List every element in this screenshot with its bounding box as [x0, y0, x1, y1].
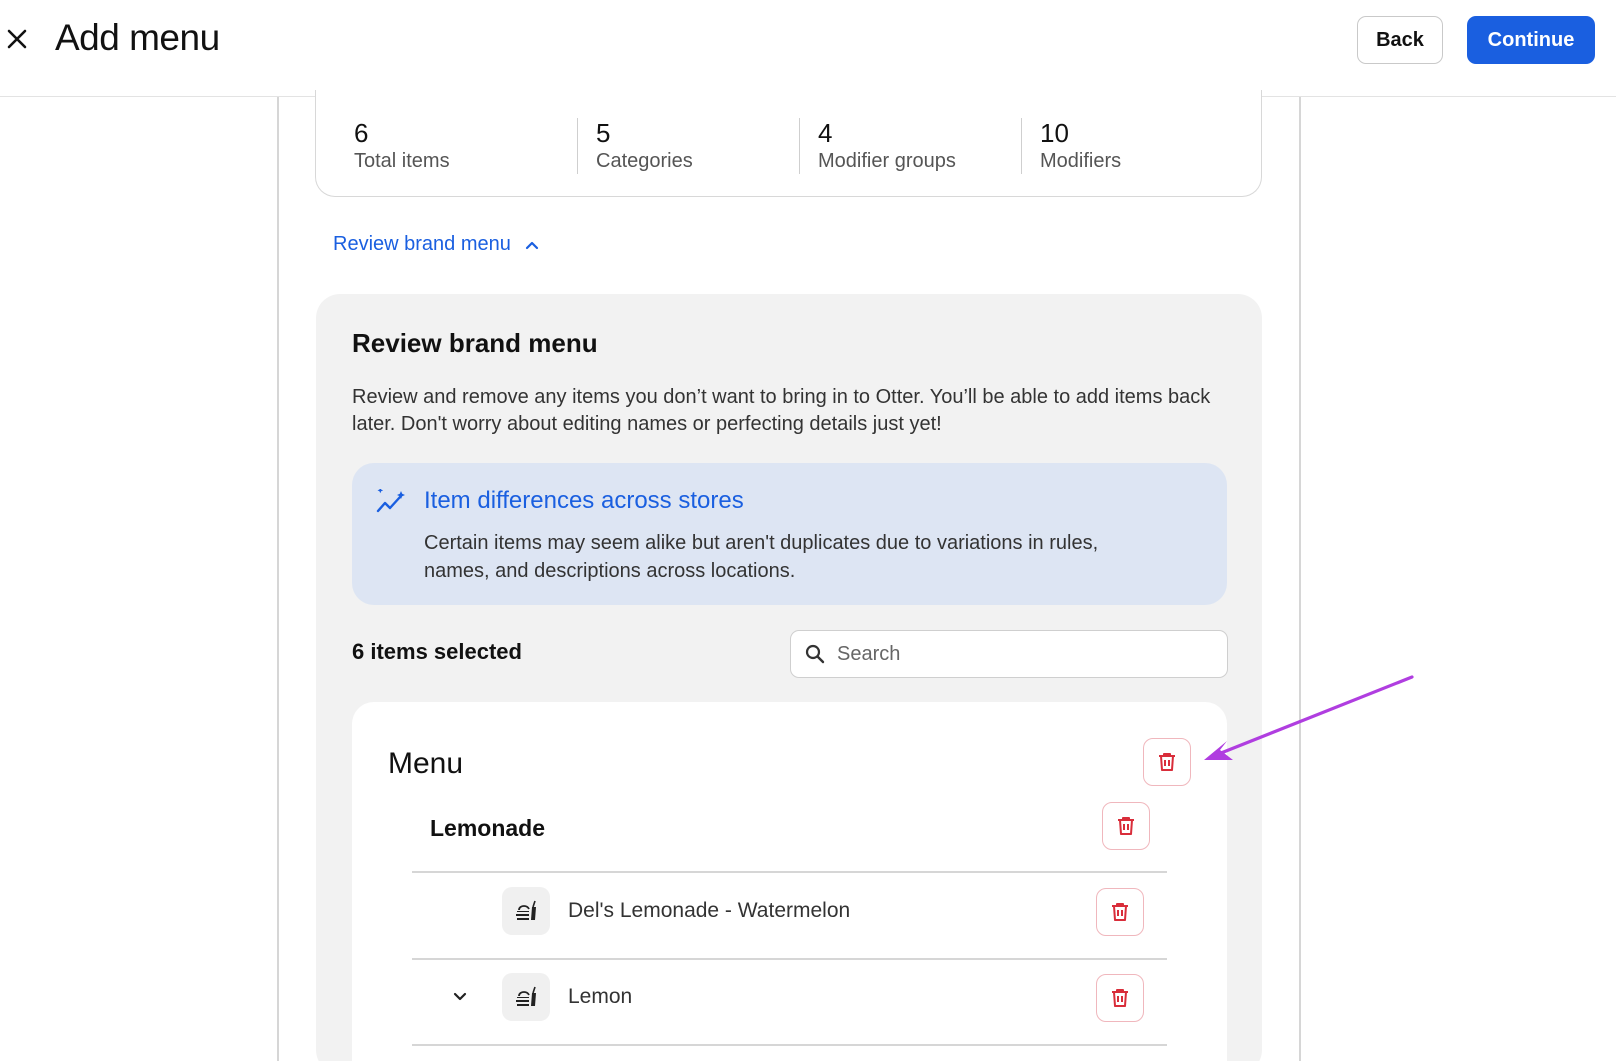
item-name: Del's Lemonade - Watermelon — [568, 899, 851, 922]
panel-title: Review brand menu — [352, 328, 598, 358]
stat-label: Modifier groups — [818, 150, 956, 172]
stat-divider — [577, 118, 578, 174]
stat-value: 4 — [818, 118, 833, 148]
stat-divider — [799, 118, 800, 174]
delete-category-button[interactable] — [1102, 802, 1150, 850]
review-brand-menu-toggle[interactable]: Review brand menu — [333, 233, 539, 256]
category-title: Lemonade — [430, 815, 546, 841]
close-button[interactable] — [2, 22, 32, 56]
stat-value: 5 — [596, 118, 611, 148]
trash-icon — [1112, 903, 1128, 921]
chevron-up-icon — [525, 241, 538, 249]
menu-title: Menu — [388, 747, 464, 780]
food-icon — [516, 900, 536, 920]
trash-icon — [1112, 989, 1128, 1007]
item-thumbnail — [502, 887, 550, 935]
food-icon — [516, 986, 536, 1006]
sparkle-trend-icon — [376, 489, 405, 513]
stat-modifier-groups: 4 Modifier groups — [818, 118, 956, 176]
chevron-down-icon — [453, 992, 467, 1001]
item-differences-notice: Item differences across stores Certain i… — [352, 463, 1227, 605]
notice-text: Certain items may seem alike but aren't … — [424, 532, 1099, 582]
search-field[interactable] — [790, 630, 1228, 678]
trash-icon — [1118, 817, 1134, 835]
category-divider — [412, 871, 1167, 873]
notice-title: Item differences across stores — [424, 487, 744, 514]
stat-value: 10 — [1040, 118, 1069, 148]
close-icon — [7, 29, 27, 49]
item-thumbnail — [502, 973, 550, 1021]
trash-icon — [1159, 753, 1175, 771]
back-button[interactable]: Back — [1357, 16, 1443, 64]
row-divider — [412, 958, 1167, 960]
review-brand-menu-panel: Review brand menu Review and remove any … — [316, 294, 1262, 1061]
row-divider — [412, 1044, 1167, 1046]
stat-categories: 5 Categories — [596, 118, 693, 176]
stat-value: 6 — [354, 118, 369, 148]
page-title: Add menu — [55, 17, 220, 58]
stat-label: Modifiers — [1040, 150, 1122, 172]
stat-total-items: 6 Total items — [354, 118, 450, 176]
top-bar: Add menu Back Continue — [0, 0, 1616, 97]
stat-label: Total items — [354, 150, 450, 172]
selected-items-count: 6 items selected — [352, 639, 522, 664]
delete-item-button[interactable] — [1096, 888, 1144, 936]
menu-stats-card: 6 Total items 5 Categories 4 Modifier gr… — [315, 90, 1262, 197]
item-name: Lemon — [568, 985, 633, 1008]
expand-item-button[interactable] — [448, 985, 472, 1009]
stat-divider — [1021, 118, 1022, 174]
stat-modifiers: 10 Modifiers — [1040, 118, 1121, 176]
delete-item-button[interactable] — [1096, 974, 1144, 1022]
review-toggle-label: Review brand menu — [333, 233, 511, 255]
stat-label: Categories — [596, 150, 693, 172]
menu-card: Menu Lemonade Del's Lemonade - Watermelo… — [352, 702, 1227, 1061]
continue-button[interactable]: Continue — [1467, 16, 1595, 64]
search-icon — [805, 644, 825, 664]
panel-description: Review and remove any items you don’t wa… — [352, 386, 1211, 435]
search-input[interactable] — [837, 642, 1197, 666]
delete-menu-button[interactable] — [1143, 738, 1191, 786]
